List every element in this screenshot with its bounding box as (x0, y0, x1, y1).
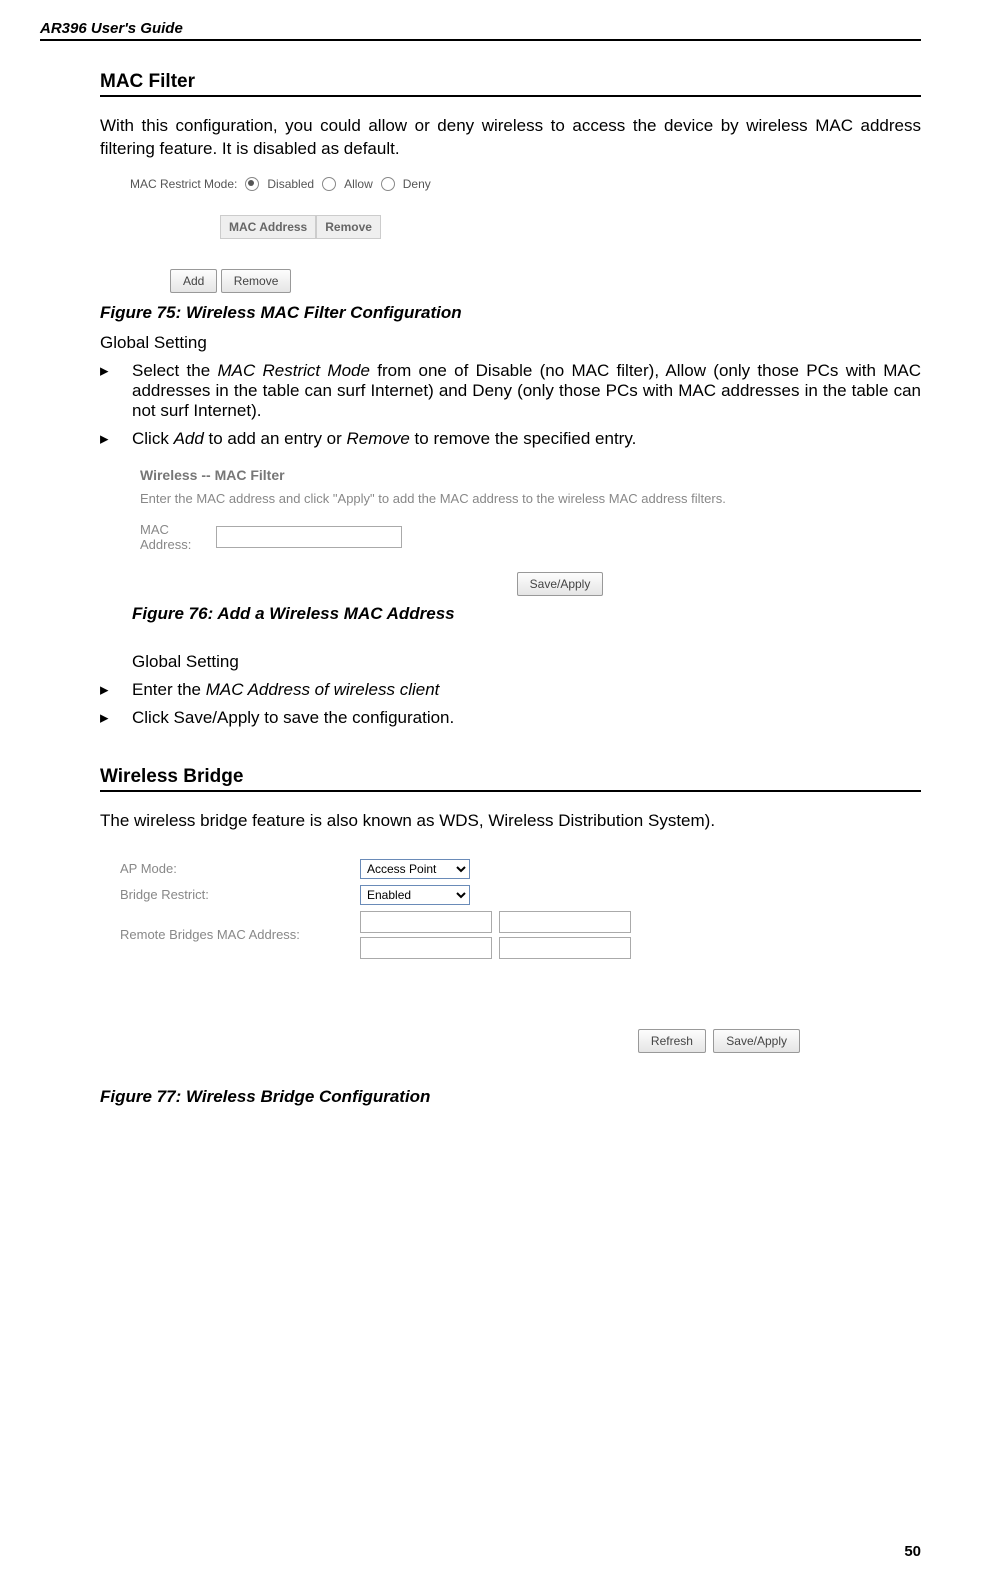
b1-pre: Select the (132, 361, 217, 380)
figure-77-caption: Figure 77: Wireless Bridge Configuration (100, 1087, 921, 1107)
bullet-marker-icon: ▸ (100, 429, 132, 449)
remove-button[interactable]: Remove (221, 269, 292, 293)
remote-bridges-label: Remote Bridges MAC Address: (120, 927, 360, 942)
mac-address-label: MAC Address: (140, 522, 200, 552)
radio-allow[interactable] (322, 177, 336, 191)
b2-pre: Click (132, 429, 174, 448)
remote-mac-1[interactable] (360, 911, 492, 933)
remote-mac-2[interactable] (499, 911, 631, 933)
ap-mode-label: AP Mode: (120, 861, 360, 876)
bullet-marker-icon: ▸ (100, 680, 132, 700)
th-mac-address: MAC Address (220, 215, 316, 239)
remote-mac-3[interactable] (360, 937, 492, 959)
radio-disabled[interactable] (245, 177, 259, 191)
bullet-enter-mac: ▸ Enter the MAC Address of wireless clie… (100, 680, 921, 700)
gs2-b2: Click Save/Apply to save the configurati… (132, 708, 921, 728)
b2-i1: Add (174, 429, 204, 448)
bullet-click-save: ▸ Click Save/Apply to save the configura… (100, 708, 921, 728)
ap-mode-select[interactable]: Access Point (360, 859, 470, 879)
section-wireless-bridge-title: Wireless Bridge (100, 766, 921, 792)
add-button[interactable]: Add (170, 269, 217, 293)
figure-75-screenshot: MAC Restrict Mode: Disabled Allow Deny M… (110, 177, 530, 293)
radio-deny-label: Deny (403, 177, 431, 191)
bullet-marker-icon: ▸ (100, 708, 132, 728)
b2-post: to remove the specified entry. (410, 429, 636, 448)
mac-filter-intro: With this configuration, you could allow… (100, 115, 921, 161)
bullet-select-mode: ▸ Select the MAC Restrict Mode from one … (100, 361, 921, 421)
remote-mac-4[interactable] (499, 937, 631, 959)
global-setting-1: Global Setting (100, 333, 921, 353)
gs2-b1-pre: Enter the (132, 680, 206, 699)
figure-75-caption: Figure 75: Wireless MAC Filter Configura… (100, 303, 921, 323)
page-number: 50 (904, 1543, 921, 1560)
global-setting-2: Global Setting (132, 652, 921, 672)
bullet-click-add-remove: ▸ Click Add to add an entry or Remove to… (100, 429, 921, 449)
bullet-marker-icon: ▸ (100, 361, 132, 381)
figure-76-screenshot: Wireless -- MAC Filter Enter the MAC add… (110, 457, 780, 596)
section-mac-filter-title: MAC Filter (100, 71, 921, 97)
mac-address-input[interactable] (216, 526, 402, 548)
header-title: AR396 User's Guide (40, 20, 921, 41)
b2-mid: to add an entry or (204, 429, 347, 448)
radio-deny[interactable] (381, 177, 395, 191)
gs2-b1-i: MAC Address of wireless client (206, 680, 440, 699)
mac-restrict-mode-label: MAC Restrict Mode: (130, 177, 237, 191)
wireless-mac-filter-desc: Enter the MAC address and click "Apply" … (140, 491, 780, 506)
b2-i2: Remove (347, 429, 410, 448)
save-apply-button-2[interactable]: Save/Apply (713, 1029, 800, 1053)
bridge-restrict-label: Bridge Restrict: (120, 887, 360, 902)
radio-disabled-label: Disabled (267, 177, 314, 191)
wireless-bridge-intro: The wireless bridge feature is also know… (100, 810, 921, 833)
radio-allow-label: Allow (344, 177, 373, 191)
th-remove: Remove (316, 215, 381, 239)
b1-italic: MAC Restrict Mode (217, 361, 370, 380)
figure-77-screenshot: AP Mode: Access Point Bridge Restrict: E… (110, 849, 800, 1053)
refresh-button[interactable]: Refresh (638, 1029, 706, 1053)
wireless-mac-filter-title: Wireless -- MAC Filter (140, 467, 780, 483)
figure-76-caption: Figure 76: Add a Wireless MAC Address (132, 604, 921, 624)
save-apply-button[interactable]: Save/Apply (517, 572, 604, 596)
bridge-restrict-select[interactable]: Enabled (360, 885, 470, 905)
mac-table-header: MAC Address Remove (220, 215, 530, 239)
